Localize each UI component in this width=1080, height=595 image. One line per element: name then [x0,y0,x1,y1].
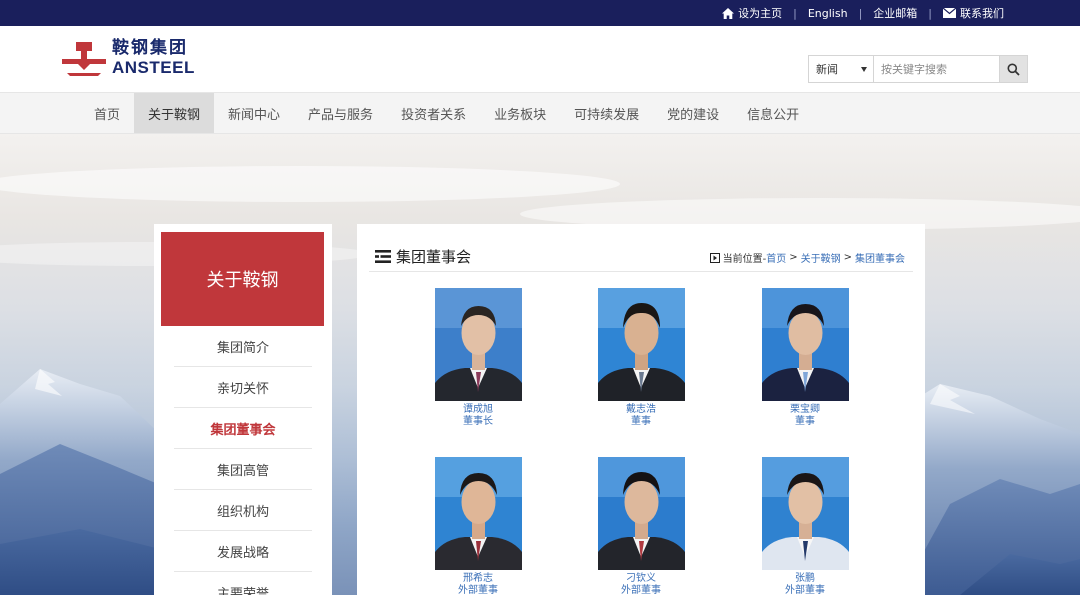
sidebar-menu: 集团简介 亲切关怀 集团董事会 集团高管 组织机构 发展战略 主要荣誉 [174,326,312,595]
nav-item-news[interactable]: 新闻中心 [214,93,294,133]
board-member-card: 张鹏 外部董事 [745,457,865,595]
nav-item-home[interactable]: 首页 [80,93,134,133]
sidebar-item-care[interactable]: 亲切关怀 [174,367,312,408]
breadcrumb-prefix: 当前位置- [722,254,767,265]
search-category-select[interactable]: 新闻 [808,55,874,83]
title-divider [369,271,913,272]
main-nav: 首页 关于鞍钢 新闻中心 产品与服务 投资者关系 业务板块 可持续发展 党的建设… [0,92,1080,134]
breadcrumb-about[interactable]: 关于鞍钢 [801,250,841,265]
page-title-text: 集团董事会 [396,248,472,266]
sidebar-item-executives[interactable]: 集团高管 [174,449,312,490]
member-photo[interactable] [434,457,522,570]
nav-item-investors[interactable]: 投资者关系 [387,93,480,133]
nav-item-disclosure[interactable]: 信息公开 [733,93,813,133]
board-member-card: 谭成旭 董事长 [418,288,538,428]
set-homepage-link[interactable]: 设为主页 [722,5,782,21]
top-links: 设为主页 | English | 企业邮箱 | 联系我们 [722,0,1004,26]
board-member-card: 戴志浩 董事 [581,288,701,428]
about-sidebar: 关于鞍钢 集团简介 亲切关怀 集团董事会 集团高管 组织机构 发展战略 主要荣誉 [154,224,332,595]
board-panel: 集团董事会 当前位置- 首页 > 关于鞍钢 > 集团董事会 谭成旭 董事长 戴志… [357,224,925,595]
play-square-icon [709,252,720,263]
dropdown-caret-icon [861,67,867,72]
search-button[interactable] [1000,55,1028,83]
member-title[interactable]: 外部董事 [621,585,661,595]
logo-english-name: ANSTEEL [112,58,195,77]
member-photo[interactable] [597,288,685,401]
member-title[interactable]: 董事 [631,416,651,428]
contact-us-link[interactable]: 联系我们 [943,5,1004,21]
sidebar-item-organization[interactable]: 组织机构 [174,490,312,531]
member-name[interactable]: 栗宝卿 [790,404,820,416]
member-photo[interactable] [597,457,685,570]
english-link[interactable]: English [808,7,848,20]
member-name[interactable]: 邢希志 [463,573,493,585]
sidebar-item-group-profile[interactable]: 集团简介 [174,326,312,367]
board-member-card: 栗宝卿 董事 [745,288,865,428]
breadcrumb-home[interactable]: 首页 [766,250,786,265]
member-photo[interactable] [761,288,849,401]
ansteel-logo-mark [62,42,106,76]
member-photo[interactable] [761,457,849,570]
nav-item-party[interactable]: 党的建设 [653,93,733,133]
mail-icon [943,8,956,18]
search-category-value: 新闻 [816,63,838,76]
member-name[interactable]: 戴志浩 [626,404,656,416]
member-name[interactable]: 张鹏 [795,573,815,585]
member-title[interactable]: 外部董事 [458,585,498,595]
list-icon [375,250,391,263]
english-label: English [807,6,848,20]
sidebar-item-honors[interactable]: 主要荣誉 [174,572,312,595]
board-member-card: 刁钦义 外部董事 [581,457,701,595]
search-input[interactable] [874,55,1000,83]
nav-item-business[interactable]: 业务板块 [480,93,560,133]
top-separator: | [928,6,932,20]
top-separator: | [858,6,863,20]
logo-chinese-name: 鞍钢集团 [112,38,188,58]
member-photo[interactable] [434,288,522,401]
nav-item-sustainability[interactable]: 可持续发展 [560,93,653,133]
top-bar: 设为主页 | English | 企业邮箱 | 联系我们 [0,0,1080,26]
member-title[interactable]: 外部董事 [785,585,825,595]
sidebar-item-board[interactable]: 集团董事会 [174,408,312,449]
top-separator: | [793,6,797,20]
search-icon [1007,63,1020,76]
page-title: 集团董事会 [375,246,471,267]
site-search: 新闻 [808,55,1028,83]
breadcrumb-current[interactable]: 集团董事会 [855,250,905,265]
nav-item-about[interactable]: 关于鞍钢 [134,93,215,133]
sidebar-title: 关于鞍钢 [161,232,324,326]
member-title[interactable]: 董事 [795,416,815,428]
member-name[interactable]: 刁钦义 [626,573,656,585]
site-header: 鞍钢集团 ANSTEEL 新闻 [0,26,1080,92]
member-title[interactable]: 董事长 [463,416,493,428]
sidebar-item-strategy[interactable]: 发展战略 [174,531,312,572]
contact-us-label: 联系我们 [960,7,1004,20]
nav-item-products[interactable]: 产品与服务 [294,93,387,133]
corporate-mail-label: 企业邮箱 [873,7,918,20]
breadcrumb-sep: > [843,252,852,263]
board-member-card: 邢希志 外部董事 [418,457,538,595]
set-homepage-label: 设为主页 [738,7,783,20]
member-name[interactable]: 谭成旭 [463,404,493,416]
breadcrumb-sep: > [789,252,798,263]
home-icon [722,7,735,19]
corporate-mail-link[interactable]: 企业邮箱 [873,5,917,21]
breadcrumb: 当前位置- 首页 > 关于鞍钢 > 集团董事会 [709,250,905,265]
ansteel-logo[interactable]: 鞍钢集团 ANSTEEL [62,40,195,76]
